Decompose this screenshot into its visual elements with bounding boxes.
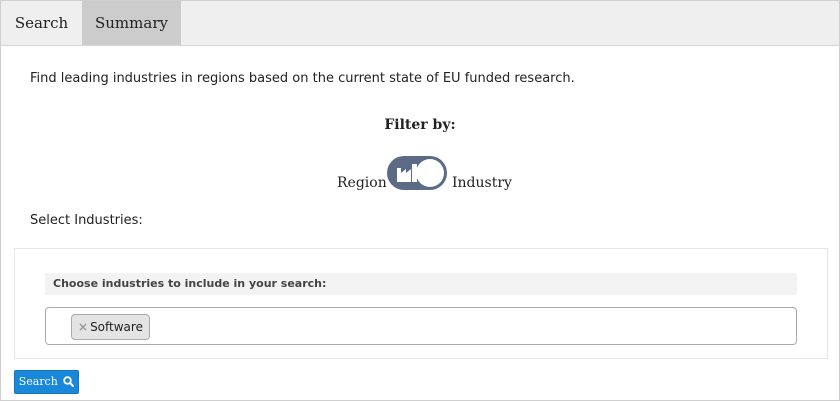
tab-bar: Search Summary: [1, 1, 839, 46]
tab-summary[interactable]: Summary: [82, 1, 181, 45]
search-button-label: Search: [18, 375, 58, 388]
industries-panel: Choose industries to include in your sea…: [14, 248, 828, 359]
select-industries-label: Select Industries:: [30, 213, 143, 228]
tag-remove-icon[interactable]: ×: [78, 320, 88, 334]
industries-panel-heading: Choose industries to include in your sea…: [45, 273, 797, 295]
filter-title: Filter by:: [384, 117, 456, 133]
app-frame: Search Summary Find leading industries i…: [0, 0, 840, 401]
toggle-label-region: Region: [337, 175, 387, 191]
tab-search[interactable]: Search: [1, 1, 82, 45]
industry-tag-label: Software: [90, 320, 143, 334]
industries-tag-input[interactable]: × Software: [45, 307, 797, 345]
toggle-knob: [416, 159, 444, 187]
intro-text: Find leading industries in regions based…: [30, 71, 575, 86]
filter-toggle-row: Region Industry: [1, 154, 839, 194]
toggle-label-industry: Industry: [452, 175, 512, 191]
industry-tag: × Software: [71, 314, 150, 340]
factory-icon: [397, 164, 417, 182]
region-industry-toggle[interactable]: [387, 156, 447, 190]
search-button[interactable]: Search: [14, 370, 79, 394]
search-icon: [63, 376, 75, 387]
